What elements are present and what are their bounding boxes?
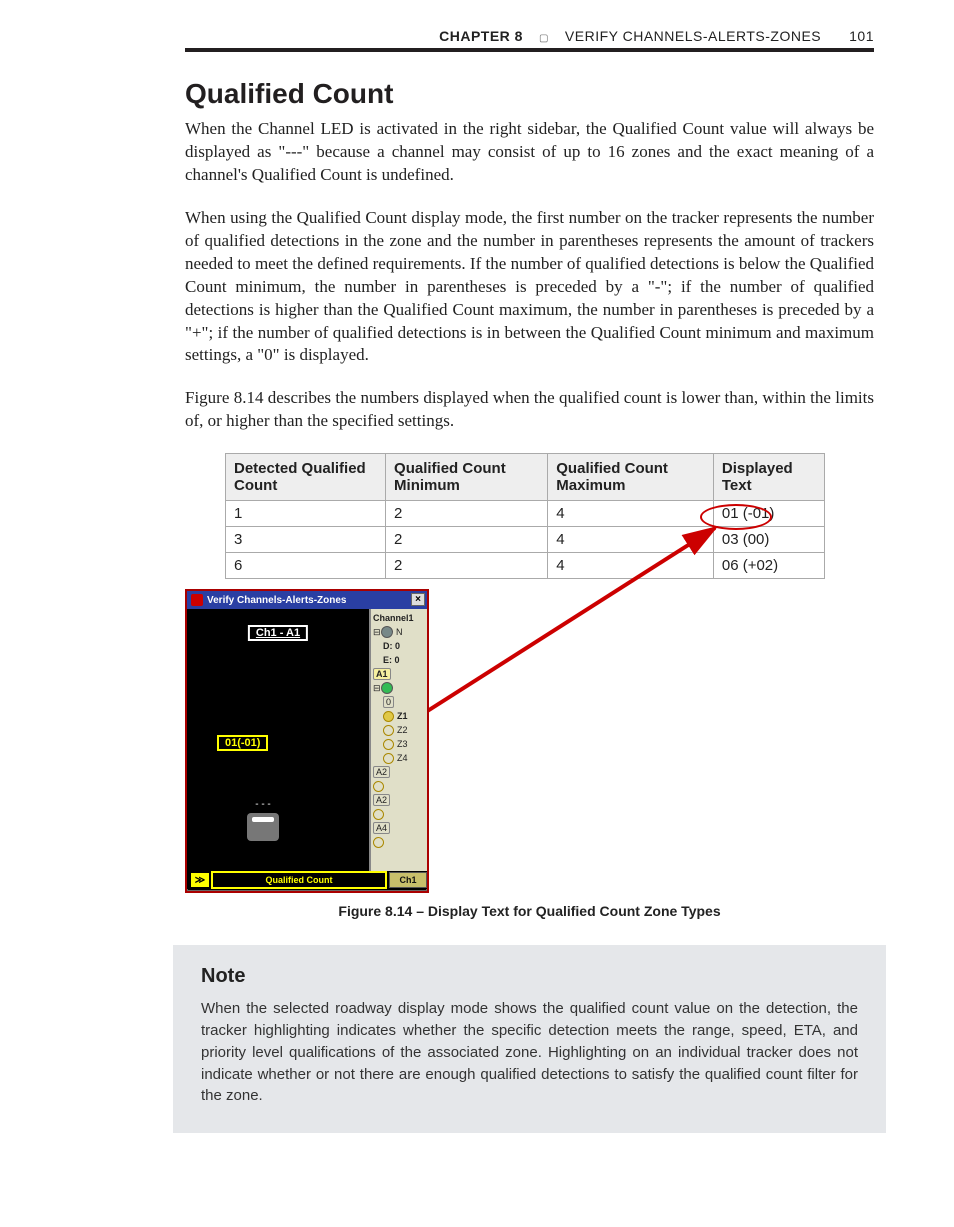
tree-a4-led[interactable] [373, 835, 427, 849]
table-row: 6 2 4 06 (+02) [226, 553, 825, 579]
sidebar-tree[interactable]: Channel1 ⊟ N D: 0 E: 0 A1 ⊟ [369, 609, 427, 871]
close-button[interactable]: × [411, 593, 425, 606]
zone-dot-icon [383, 725, 394, 736]
table-figure-block: Detected Qualified Count Qualified Count… [225, 453, 825, 893]
page-number: 101 [849, 28, 874, 44]
a2-box: A2 [373, 794, 390, 806]
body-paragraph-2: When using the Qualified Count display m… [185, 207, 874, 368]
note-heading: Note [201, 965, 858, 988]
window-bottom-bar: ≫ Qualified Count Ch1 [187, 871, 427, 889]
tree-a4[interactable]: A4 [373, 821, 427, 835]
cell-detected: 6 [226, 553, 386, 579]
channel-tab[interactable]: Ch1 [389, 872, 427, 888]
cell-min: 2 [386, 553, 548, 579]
mode-label: Qualified Count [211, 871, 387, 889]
note-body: When the selected roadway display mode s… [201, 998, 858, 1107]
label-n: N [396, 627, 403, 637]
window-title: Verify Channels-Alerts-Zones [207, 595, 346, 606]
running-header: CHAPTER 8 ▢ VERIFY CHANNELS-ALERTS-ZONES… [185, 28, 874, 44]
cell-max: 4 [548, 527, 714, 553]
led-icon [381, 682, 393, 694]
note-box: Note When the selected roadway display m… [173, 945, 886, 1133]
led-icon [381, 626, 393, 638]
tree-a1-led[interactable]: ⊟ [373, 681, 427, 695]
tree-node-n[interactable]: ⊟ N [373, 625, 427, 639]
cell-text: 03 (00) [713, 527, 824, 553]
chapter-label: CHAPTER 8 [439, 28, 523, 44]
z2-label: Z2 [397, 725, 408, 735]
zone-dot-icon [383, 711, 394, 722]
tracker-count-label: 01(-01) [217, 735, 268, 751]
window-titlebar: Verify Channels-Alerts-Zones × [187, 591, 427, 609]
tree-z1[interactable]: Z1 [373, 709, 427, 723]
app-icon [191, 594, 203, 606]
tree-q: 0 [373, 695, 427, 709]
cell-min: 2 [386, 527, 548, 553]
cell-max: 4 [548, 501, 714, 527]
tree-channel[interactable]: Channel1 [373, 611, 427, 625]
section-title: VERIFY CHANNELS-ALERTS-ZONES [565, 28, 821, 44]
page-title: Qualified Count [185, 78, 874, 110]
col-displayed: Displayed Text [713, 454, 824, 501]
roadway-canvas: Ch1 - A1 01(-01) [187, 609, 369, 871]
zone-dot-icon [383, 739, 394, 750]
tree-z3[interactable]: Z3 [373, 737, 427, 751]
cell-detected: 3 [226, 527, 386, 553]
table-row: 3 2 4 03 (00) [226, 527, 825, 553]
table-header-row: Detected Qualified Count Qualified Count… [226, 454, 825, 501]
cell-text: 06 (+02) [713, 553, 824, 579]
z3-label: Z3 [397, 739, 408, 749]
col-max: Qualified Count Maximum [548, 454, 714, 501]
header-rule [185, 48, 874, 52]
a4-box: A4 [373, 822, 390, 834]
zone-dot-icon [373, 809, 384, 820]
body-paragraph-1: When the Channel LED is activated in the… [185, 118, 874, 187]
cell-max: 4 [548, 553, 714, 579]
a2-box: A2 [373, 766, 390, 778]
z4-label: Z4 [397, 753, 408, 763]
tree-stat-e: E: 0 [373, 653, 427, 667]
tree-a2a[interactable]: A2 [373, 765, 427, 779]
channel-alert-label: Ch1 - A1 [248, 625, 308, 641]
tree-z2[interactable]: Z2 [373, 723, 427, 737]
tree-a2a-led[interactable] [373, 779, 427, 793]
figure-caption: Figure 8.14 – Display Text for Qualified… [185, 903, 874, 919]
tree-a2b[interactable]: A2 [373, 793, 427, 807]
cell-min: 2 [386, 501, 548, 527]
tree-a2b-led[interactable] [373, 807, 427, 821]
window-body: Ch1 - A1 01(-01) Channel1 ⊟ N D: 0 E: 0 [187, 609, 427, 871]
verify-panel: Verify Channels-Alerts-Zones × Ch1 - A1 … [185, 589, 429, 893]
z1-label: Z1 [397, 711, 408, 721]
col-detected: Detected Qualified Count [226, 454, 386, 501]
page: CHAPTER 8 ▢ VERIFY CHANNELS-ALERTS-ZONES… [0, 0, 954, 1227]
vehicle-icon [247, 813, 279, 841]
col-min: Qualified Count Minimum [386, 454, 548, 501]
body-paragraph-3: Figure 8.14 describes the numbers displa… [185, 387, 874, 433]
mode-button[interactable]: ≫ [191, 873, 209, 887]
zone-dot-icon [383, 753, 394, 764]
tree-stat-d: D: 0 [373, 639, 427, 653]
tree-a1[interactable]: A1 [373, 667, 427, 681]
zone-dot-icon [373, 781, 384, 792]
tree-z4[interactable]: Z4 [373, 751, 427, 765]
header-separator-icon: ▢ [539, 33, 549, 44]
q-box: 0 [383, 696, 394, 708]
a1-pill: A1 [373, 668, 391, 680]
cell-detected: 1 [226, 501, 386, 527]
zone-dot-icon [373, 837, 384, 848]
